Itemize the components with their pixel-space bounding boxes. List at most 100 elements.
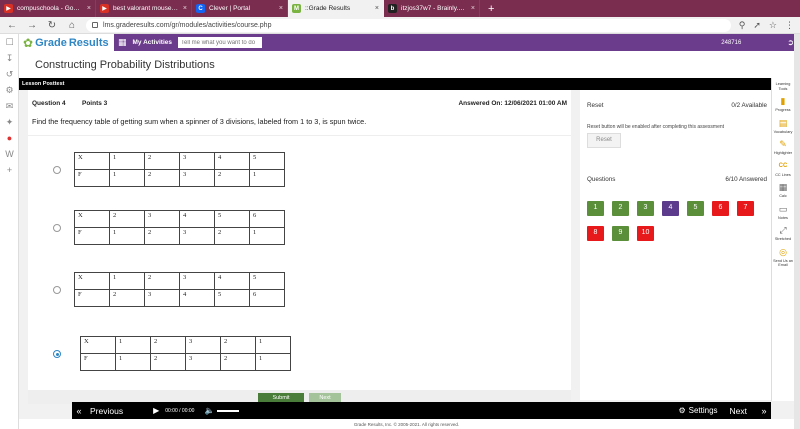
question-nav-button[interactable]: 3 (637, 201, 654, 216)
highlighter-icon: ✎ (779, 139, 787, 149)
grid-icon[interactable]: ▦ (118, 37, 127, 48)
home-icon[interactable]: ⌂ (66, 20, 78, 31)
reset-note: Reset button will be enabled after compl… (587, 124, 725, 130)
table-cell: 2 (144, 169, 180, 187)
answer-radio[interactable] (53, 286, 61, 294)
table-cell: 6 (249, 289, 285, 307)
close-tab-icon[interactable]: × (87, 5, 91, 12)
questions-row: Questions 6/10 Answered (587, 176, 767, 183)
search-icon[interactable]: ⚲ (739, 20, 746, 31)
vivaldi-icon[interactable]: ● (0, 130, 19, 146)
tool-calculator[interactable]: ▦ Calc (772, 182, 795, 199)
tool-label: Learning Tools (775, 82, 791, 91)
scrollbar[interactable] (794, 34, 800, 429)
browser-tab[interactable]: M::Grade Results × (288, 0, 384, 17)
share-icon[interactable]: ➚ (753, 20, 761, 31)
answer-radio[interactable] (53, 166, 61, 174)
table-cell: 5 (249, 152, 285, 170)
table-cell: 1 (115, 336, 151, 354)
media-next-button[interactable]: Next (730, 406, 747, 416)
close-tab-icon[interactable]: × (183, 5, 187, 12)
question-nav-button[interactable]: 5 (687, 201, 704, 216)
twitter-icon[interactable]: ✦ (0, 114, 19, 130)
add-panel-icon[interactable]: + (0, 162, 19, 178)
question-nav-button[interactable]: 9 (612, 226, 629, 241)
new-tab-button[interactable]: + (480, 0, 502, 17)
browser-tab[interactable]: C Clever | Portal × (192, 0, 288, 17)
question-nav-button[interactable]: 7 (737, 201, 754, 216)
table-cell: 1 (255, 353, 291, 371)
tool-email[interactable]: ◎ Send Us an Email (772, 247, 795, 268)
browser-tab[interactable]: ▶ best valorant mouse - Goo × (96, 0, 192, 17)
star-icon[interactable]: ☆ (769, 20, 777, 31)
question-nav-button[interactable]: 4 (662, 201, 679, 216)
frequency-table: X12345F23456 (74, 272, 285, 307)
table-row: F12321 (80, 353, 291, 371)
back-icon[interactable]: ← (6, 20, 18, 31)
tab-title: ::Grade Results (305, 5, 351, 12)
table-cell: 2 (144, 227, 180, 245)
tool-highlighter[interactable]: ✎ Highlighter (772, 139, 795, 156)
answer-radio[interactable] (53, 224, 61, 232)
bookmark-icon[interactable]: ☐ (0, 34, 19, 50)
table-row: F12321 (74, 169, 285, 187)
question-nav-button[interactable]: 8 (587, 226, 604, 241)
email-icon: ◎ (779, 246, 787, 257)
close-tab-icon[interactable]: × (279, 5, 283, 12)
answer-radio[interactable] (53, 350, 61, 358)
browser-tab[interactable]: b itzjos37w7 - Brainly.com × (384, 0, 480, 17)
frequency-table: X12321F12321 (80, 336, 291, 371)
my-activities-link[interactable]: My Activities (133, 39, 173, 46)
table-cell: X (74, 152, 110, 170)
forward-icon[interactable]: → (26, 20, 38, 31)
question-header: Question 4 Points 3 Answered On: 12/06/2… (32, 100, 567, 107)
close-tab-icon[interactable]: × (375, 5, 379, 12)
question-nav-button[interactable]: 6 (712, 201, 729, 216)
logout-icon[interactable]: ➲ (787, 38, 794, 47)
volume-slider[interactable] (217, 409, 240, 412)
settings-button[interactable]: ⚙ Settings (678, 406, 717, 415)
close-tab-icon[interactable]: × (471, 5, 475, 12)
tool-notes[interactable]: ▭ Notes (772, 204, 795, 221)
tool-stretch[interactable]: ⤢ Stretched (772, 225, 795, 242)
menu-icon[interactable]: ⋮ (785, 20, 794, 31)
table-cell: 2 (144, 272, 180, 290)
url-text: lms.graderesults.com/gr/modules/activiti… (103, 21, 272, 29)
tab-favicon-icon: b (388, 4, 397, 13)
settings-icon[interactable]: ⚙ (0, 82, 19, 98)
table-cell: 1 (115, 353, 151, 371)
table-cell: 2 (109, 289, 145, 307)
reset-button[interactable]: Reset (587, 133, 621, 148)
history-icon[interactable]: ↺ (0, 66, 19, 82)
table-row: X12345 (74, 152, 285, 170)
search-input[interactable] (178, 37, 263, 48)
previous-button[interactable]: Previous (90, 406, 123, 416)
wikipedia-icon[interactable]: W (0, 146, 19, 162)
notes-icon: ▭ (778, 203, 788, 214)
tool-progress[interactable]: ▮ Progress (772, 96, 795, 113)
table-cell: 2 (150, 336, 186, 354)
reload-icon[interactable]: ↻ (46, 20, 58, 31)
question-nav-button[interactable]: 2 (612, 201, 629, 216)
url-field[interactable]: lms.graderesults.com/gr/modules/activiti… (86, 18, 731, 32)
media-bar: « Previous ▶ 00:00 / 00:00 🔈 ⚙ Settings N… (72, 402, 771, 419)
chevron-right-icon[interactable]: » (757, 406, 771, 416)
table-cell: F (80, 353, 116, 371)
question-nav-button[interactable]: 10 (637, 226, 654, 241)
question-points: Points 3 (82, 100, 108, 107)
tool-tools[interactable]: Learning Tools (772, 81, 795, 91)
tool-vocabulary[interactable]: ▤ Vocabulary (772, 118, 795, 135)
frequency-table: X12345F12321 (74, 152, 285, 187)
play-icon[interactable]: ▶ (153, 406, 159, 415)
chevron-left-icon[interactable]: « (72, 406, 86, 416)
logo[interactable]: ✿ Grade Results (19, 36, 114, 50)
tool-cc[interactable]: CC CC Lines (772, 161, 795, 178)
tool-label: CC Lines (775, 172, 791, 177)
tab-title: Clever | Portal (209, 5, 251, 12)
download-icon[interactable]: ↧ (0, 50, 19, 66)
mail-icon[interactable]: ✉ (0, 98, 19, 114)
volume-icon[interactable]: 🔈 (204, 406, 214, 415)
table-cell: 4 (179, 210, 215, 228)
browser-tab[interactable]: ▶ compuschoola - Google Se × (0, 0, 96, 17)
question-nav-button[interactable]: 1 (587, 201, 604, 216)
